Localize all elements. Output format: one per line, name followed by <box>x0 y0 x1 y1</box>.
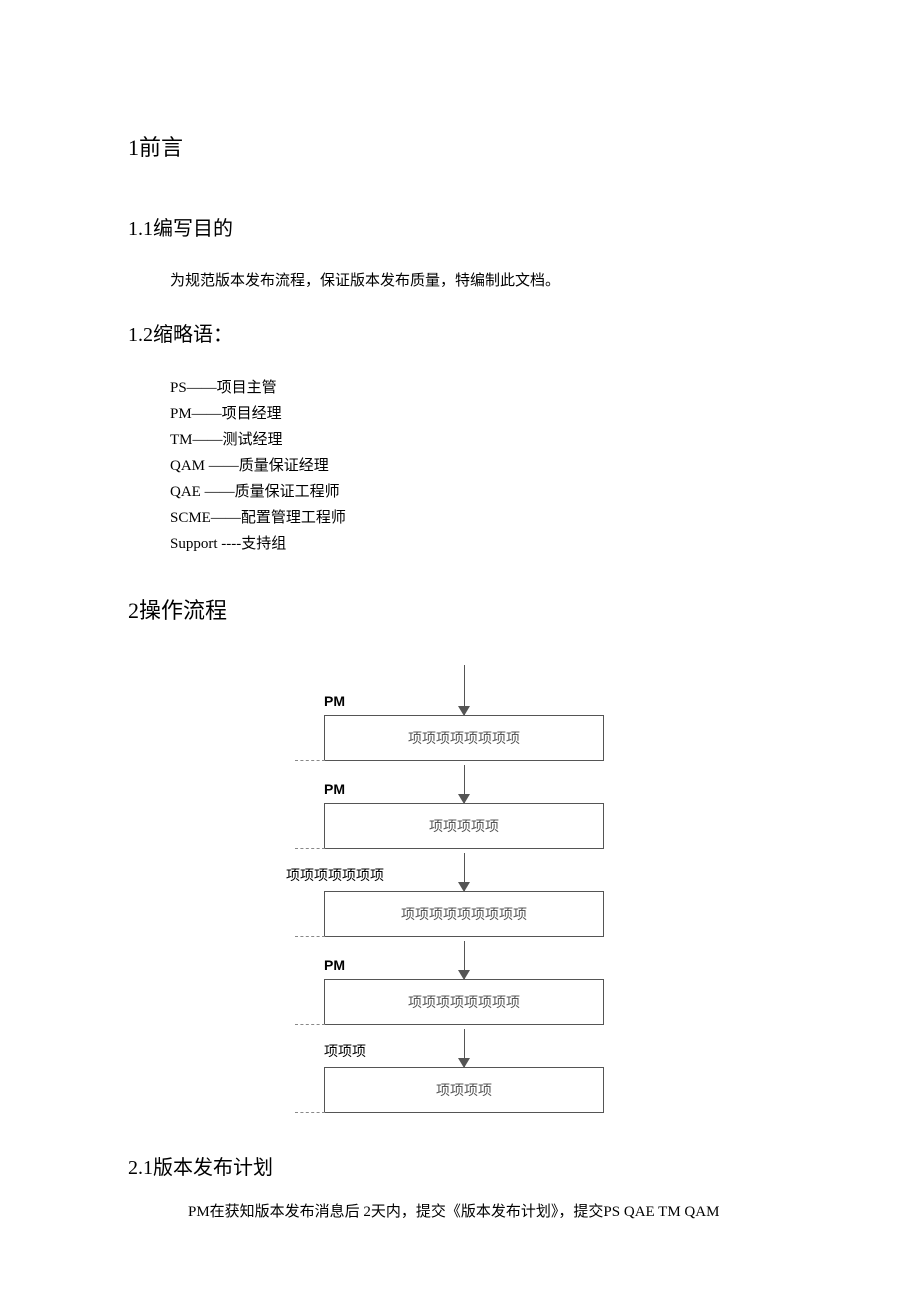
heading-1-preface: 1前言 <box>128 130 800 162</box>
flow-box-text: 项项项项 <box>436 1084 492 1099</box>
flow-tick <box>295 760 325 761</box>
flow-box-text: 项项项项项 <box>429 820 499 835</box>
heading-1-2-abbreviations: 1.2缩略语： <box>128 318 800 347</box>
flow-box: 项项项项项 <box>324 803 604 849</box>
flow-role-label: 项项项项项项项 <box>286 865 384 885</box>
flow-step: PM 项项项项项 <box>324 761 604 849</box>
abbr-item: SCME——配置管理工程师 <box>170 505 800 531</box>
flow-box: 项项项项项项项项项 <box>324 891 604 937</box>
flow-step: 项项项 项项项项 <box>324 1025 604 1113</box>
heading-2-1-release-plan: 2.1版本发布计划 <box>128 1151 800 1180</box>
flow-box: 项项项项项项项项 <box>324 979 604 1025</box>
flow-role-label: PM <box>324 957 345 973</box>
flow-tick <box>295 936 325 937</box>
flow-tick <box>295 848 325 849</box>
abbr-item: PM——项目经理 <box>170 401 800 427</box>
abbr-item: Support ----支持组 <box>170 531 800 557</box>
flowchart: PM 项项项项项项项项 PM 项项项项项 <box>128 665 800 1113</box>
flow-box-text: 项项项项项项项项 <box>408 732 520 747</box>
flow-step: PM 项项项项项项项项 <box>324 665 604 761</box>
flow-box: 项项项项项项项项 <box>324 715 604 761</box>
paragraph-release-plan: PM在获知版本发布消息后 2天内，提交《版本发布计划》，提交PS QAE TM … <box>188 1200 800 1221</box>
flow-role-label: 项项项 <box>324 1041 366 1061</box>
paragraph-purpose: 为规范版本发布流程，保证版本发布质量，特编制此文档。 <box>170 269 800 290</box>
flow-role-label: PM <box>324 781 345 797</box>
flow-box-text: 项项项项项项项项项 <box>401 908 527 923</box>
flow-tick <box>295 1112 325 1113</box>
heading-1-1-purpose: 1.1编写目的 <box>128 212 800 241</box>
flow-step: PM 项项项项项项项项 <box>324 937 604 1025</box>
abbr-item: TM——测试经理 <box>170 427 800 453</box>
flow-tick <box>295 1024 325 1025</box>
document-page: 1前言 1.1编写目的 为规范版本发布流程，保证版本发布质量，特编制此文档。 1… <box>0 0 920 1309</box>
abbreviation-list: PS——项目主管 PM——项目经理 TM——测试经理 QAM ——质量保证经理 … <box>170 375 800 557</box>
abbr-item: PS——项目主管 <box>170 375 800 401</box>
flow-box-text: 项项项项项项项项 <box>408 996 520 1011</box>
flow-step: 项项项项项项项 项项项项项项项项项 <box>324 849 604 937</box>
heading-2-operation-flow: 2操作流程 <box>128 593 800 625</box>
flow-role-label: PM <box>324 693 345 709</box>
flow-box: 项项项项 <box>324 1067 604 1113</box>
abbr-item: QAM ——质量保证经理 <box>170 453 800 479</box>
abbr-item: QAE ——质量保证工程师 <box>170 479 800 505</box>
